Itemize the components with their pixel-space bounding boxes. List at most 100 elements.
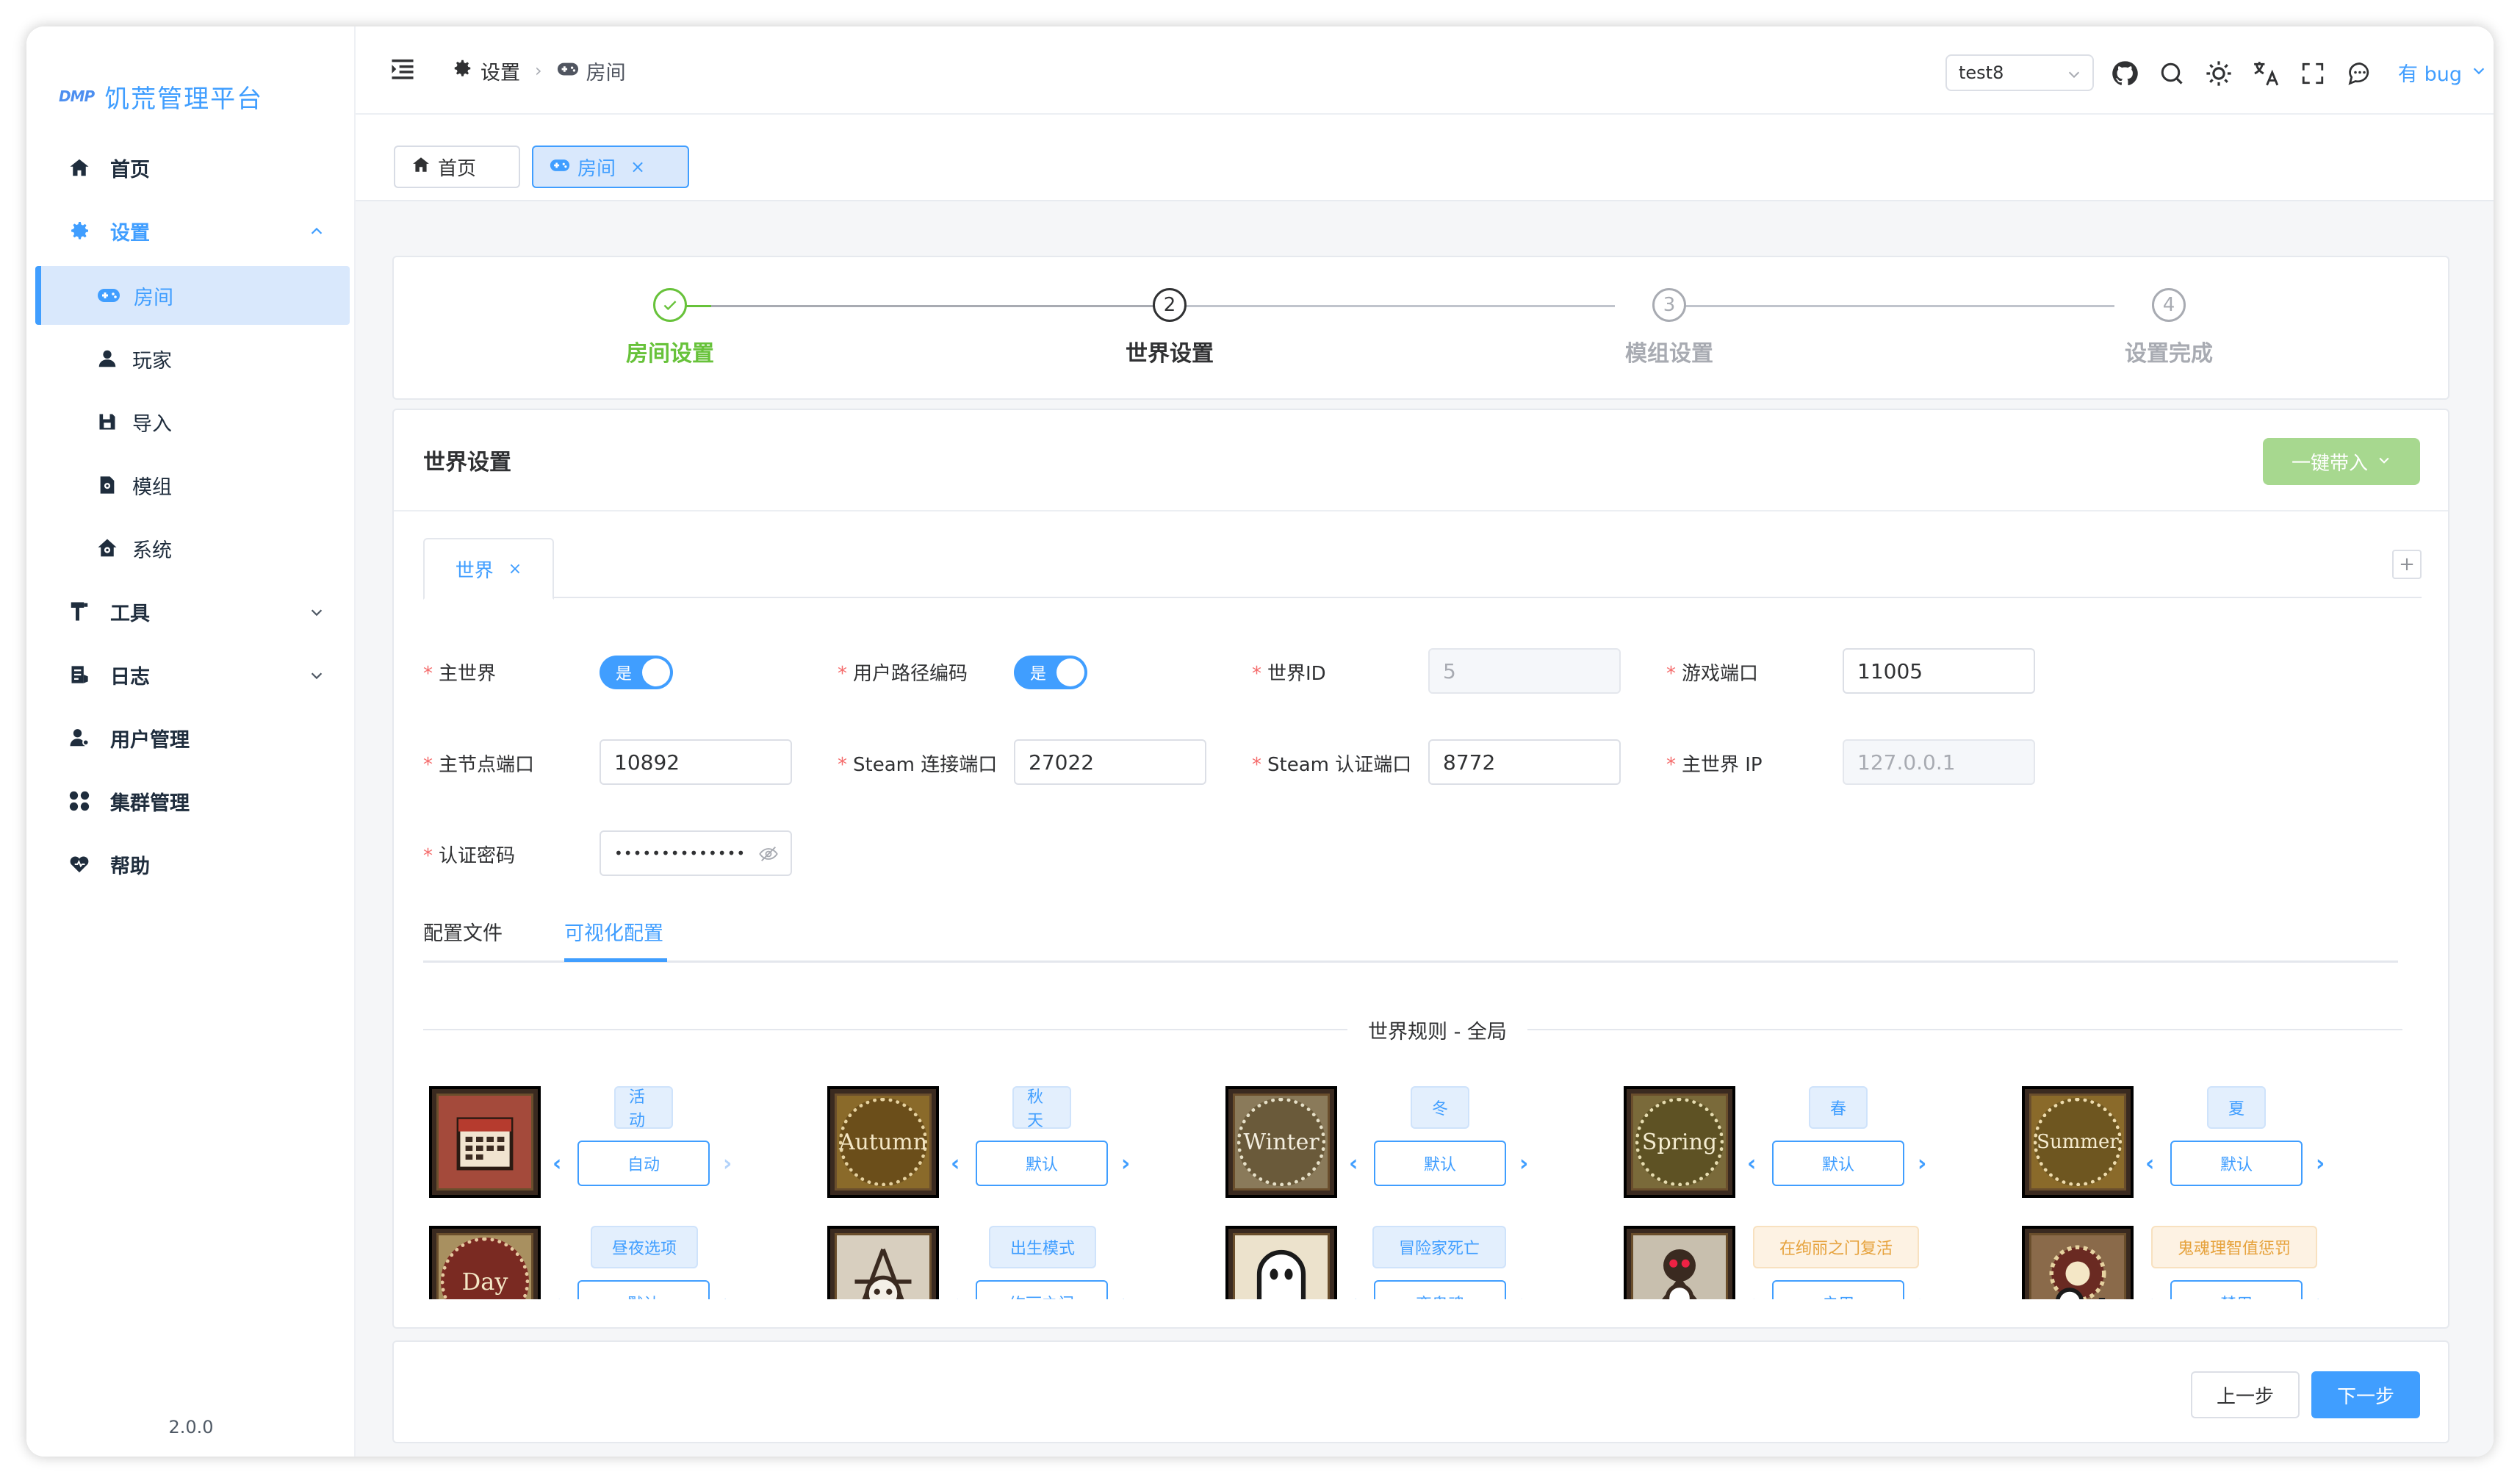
sidebar-item-settings[interactable]: 设置	[34, 201, 350, 260]
rule-value[interactable]: 自动	[577, 1141, 710, 1186]
sidebar-item-label: 工具	[110, 602, 150, 625]
sidebar-item-system[interactable]: 系统	[34, 519, 350, 578]
config-tabs: 配置文件 可视化配置	[423, 910, 2398, 963]
chevron-left-icon[interactable]: ‹	[951, 1151, 960, 1177]
cluster-select[interactable]: test8	[1945, 54, 2094, 91]
rule-winter: Winter 冬 ‹ 默认 ›	[1225, 1086, 1563, 1211]
user-manage-icon	[66, 725, 93, 751]
fullscreen-icon[interactable]	[2298, 59, 2328, 88]
chevron-left-icon[interactable]: ‹	[1747, 1151, 1756, 1177]
rule-value[interactable]: 默认	[976, 1141, 1108, 1186]
chevron-left-icon[interactable]: ‹	[1747, 1290, 1756, 1299]
log-icon	[66, 661, 93, 688]
chevron-right-icon[interactable]: ›	[1519, 1290, 1528, 1299]
switch-knob	[1056, 658, 1084, 686]
cluster-select-value: test8	[1959, 62, 2004, 83]
chevron-right-icon[interactable]: ›	[1121, 1290, 1130, 1299]
message-icon[interactable]	[2345, 59, 2375, 88]
chevron-right-icon[interactable]: ›	[1121, 1151, 1130, 1177]
world-tabs: 世界 × +	[423, 538, 2422, 600]
portal-revive-icon	[1624, 1226, 1735, 1299]
chevron-left-icon[interactable]: ‹	[2145, 1151, 2154, 1177]
autumn-icon: Autumn	[827, 1086, 939, 1198]
chevron-right-icon[interactable]: ›	[2316, 1151, 2325, 1177]
rule-value[interactable]: 默认	[577, 1280, 710, 1299]
tag-label: 房间	[577, 157, 616, 180]
github-icon[interactable]	[2110, 59, 2139, 88]
rule-value[interactable]: 变鬼魂	[1374, 1280, 1506, 1299]
sidebar-item-cluster-manage[interactable]: 集群管理	[34, 772, 350, 830]
translate-icon[interactable]	[2251, 59, 2280, 88]
game-port-input[interactable]: 11005	[1843, 648, 2035, 694]
user-dropdown[interactable]: 有 bug	[2398, 56, 2487, 88]
main-world-switch[interactable]: 是	[600, 656, 673, 689]
sidebar-item-room[interactable]: 房间	[35, 266, 350, 325]
breadcrumb-item-settings[interactable]: 设置	[451, 57, 520, 85]
master-ip-input[interactable]: 127.0.0.1	[1843, 739, 2035, 785]
sidebar-item-import[interactable]: 导入	[34, 392, 350, 451]
rule-title: 夏	[2207, 1086, 2266, 1129]
rule-value[interactable]: 绚丽之门	[976, 1280, 1108, 1299]
steam-auth-port-input[interactable]: 8772	[1428, 739, 1621, 785]
next-step-button[interactable]: 下一步	[2311, 1371, 2420, 1418]
app-logo[interactable]: DMP 饥荒管理平台	[59, 78, 263, 115]
add-world-button[interactable]: +	[2392, 550, 2422, 579]
sidebar-item-help[interactable]: 帮助	[34, 835, 350, 894]
close-icon[interactable]: ×	[508, 560, 522, 578]
step-number: 2	[1153, 288, 1187, 322]
chevron-right-icon[interactable]: ›	[1519, 1151, 1528, 1177]
chevron-left-icon[interactable]: ‹	[552, 1151, 561, 1177]
chevron-right-icon[interactable]: ›	[723, 1290, 732, 1299]
chevron-left-icon[interactable]: ‹	[1349, 1290, 1358, 1299]
house-gear-icon	[96, 536, 119, 560]
tab-config-file[interactable]: 配置文件	[423, 917, 503, 946]
step-connector	[711, 305, 1159, 307]
sidebar-item-logs[interactable]: 日志	[34, 645, 350, 704]
rule-value[interactable]: 默认	[1772, 1141, 1904, 1186]
chevron-left-icon[interactable]: ‹	[552, 1290, 561, 1299]
field-label: * 主节点端口	[423, 754, 535, 776]
prev-step-button[interactable]: 上一步	[2191, 1371, 2300, 1418]
theme-sun-icon[interactable]	[2204, 59, 2233, 88]
top-header: 设置 › 房间 test8 有 bug	[356, 26, 2494, 115]
one-click-import-button[interactable]: 一键带入	[2263, 438, 2420, 485]
chevron-right-icon[interactable]: ›	[2316, 1290, 2325, 1299]
world-id-input[interactable]: 5	[1428, 648, 1621, 694]
chevron-left-icon[interactable]: ‹	[951, 1290, 960, 1299]
sidebar-item-label: 设置	[110, 221, 150, 245]
eye-off-icon[interactable]	[758, 844, 779, 869]
rule-value[interactable]: 默认	[1374, 1141, 1506, 1186]
sidebar-item-home[interactable]: 首页	[34, 138, 350, 197]
tag-room[interactable]: 房间 ×	[532, 146, 689, 188]
close-icon[interactable]: ×	[630, 157, 645, 177]
rule-value[interactable]: 启用	[1772, 1280, 1904, 1299]
field-path-encode: * 用户路径编码 是	[838, 648, 1220, 694]
sidebar-item-user-manage[interactable]: 用户管理	[34, 708, 350, 767]
sidebar-item-mods[interactable]: 模组	[34, 456, 350, 514]
sidebar-item-label: 用户管理	[110, 728, 190, 752]
rule-value[interactable]: 禁用	[2170, 1280, 2303, 1299]
path-encode-switch[interactable]: 是	[1014, 656, 1087, 689]
tab-visual-config[interactable]: 可视化配置	[564, 917, 663, 946]
gamepad-icon	[97, 284, 120, 307]
search-icon[interactable]	[2157, 59, 2186, 88]
card-header: 世界设置 一键带入	[394, 410, 2448, 511]
steam-port-input[interactable]: 27022	[1014, 739, 1206, 785]
tab-label: 世界	[455, 559, 494, 582]
auth-password-input[interactable]: ••••••••••••••	[600, 830, 792, 876]
chevron-left-icon[interactable]: ‹	[2145, 1290, 2154, 1299]
chevron-right-icon[interactable]: ›	[723, 1151, 732, 1177]
chevron-left-icon[interactable]: ‹	[1349, 1151, 1358, 1177]
password-value: ••••••••••••••	[614, 844, 746, 862]
chevron-right-icon[interactable]: ›	[1918, 1290, 1926, 1299]
tab-world[interactable]: 世界 ×	[423, 538, 554, 600]
sidebar-item-players[interactable]: 玩家	[34, 329, 350, 388]
chevron-right-icon[interactable]: ›	[1918, 1151, 1926, 1177]
sidebar-item-tools[interactable]: 工具	[34, 582, 350, 641]
master-port-input[interactable]: 10892	[600, 739, 792, 785]
switch-text: 是	[616, 665, 633, 683]
summer-icon: Summer	[2022, 1086, 2134, 1198]
rule-value[interactable]: 默认	[2170, 1141, 2303, 1186]
tag-home[interactable]: 首页	[394, 146, 520, 188]
collapse-menu-icon[interactable]	[389, 57, 416, 84]
